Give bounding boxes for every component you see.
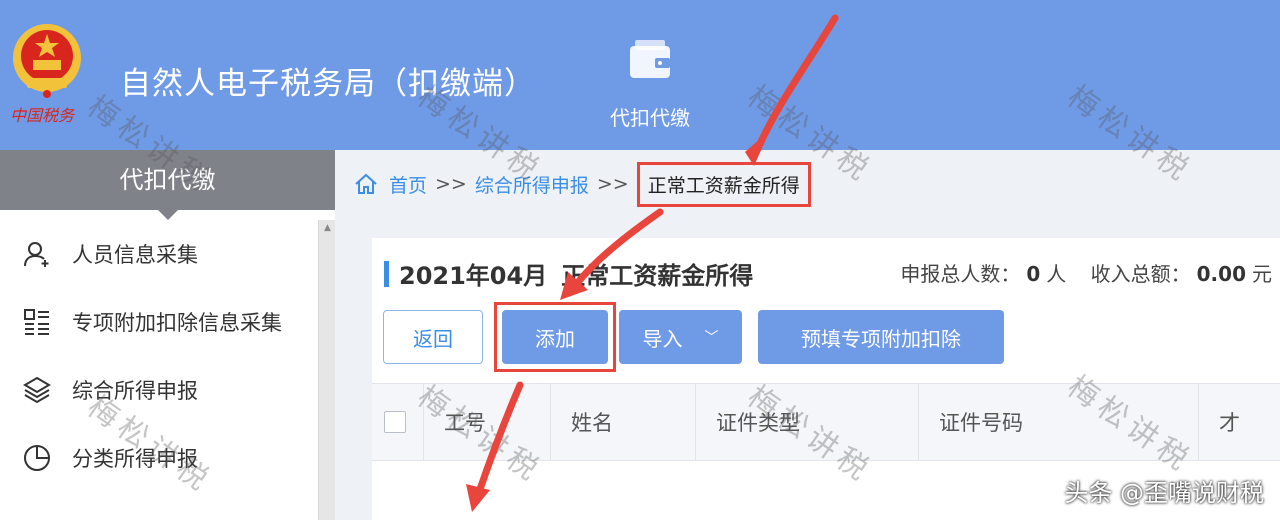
back-button[interactable]: 返回 bbox=[383, 310, 483, 364]
sidebar-item-special-deduction[interactable]: 专项附加扣除信息采集 bbox=[0, 288, 318, 356]
page-title: 2021年04月 正常工资薪金所得 bbox=[384, 256, 753, 291]
home-icon[interactable] bbox=[353, 172, 379, 196]
app-title: 自然人电子税务局（扣缴端） bbox=[120, 66, 536, 102]
import-label: 导入 bbox=[642, 326, 683, 351]
declaration-summary: 申报总人数： 0 人 收入总额： 0.00 元 bbox=[900, 258, 1272, 287]
chevron-down-icon: ﹀ bbox=[704, 330, 719, 346]
nav-withholding[interactable]: 代扣代缴 bbox=[600, 38, 700, 138]
source-credit: 头条 @歪嘴说财税 bbox=[1064, 479, 1264, 507]
add-button[interactable]: 添加 bbox=[502, 310, 608, 364]
sidebar-item-personnel-info[interactable]: 人员信息采集 bbox=[0, 220, 318, 288]
national-emblem-icon bbox=[13, 24, 81, 98]
column-header[interactable]: 姓名 bbox=[551, 383, 696, 461]
layers-icon bbox=[23, 376, 51, 404]
select-all-checkbox[interactable] bbox=[384, 411, 406, 433]
breadcrumb: 首页 >> 综合所得申报 >> 正常工资薪金所得 bbox=[353, 161, 811, 207]
pie-icon bbox=[24, 445, 50, 471]
breadcrumb-separator: >> bbox=[596, 173, 629, 195]
sidebar-item-comprehensive-income[interactable]: 综合所得申报 bbox=[0, 356, 318, 424]
income-total-label: 收入总额： bbox=[1090, 262, 1191, 286]
select-all-cell bbox=[372, 383, 424, 461]
income-total-value: 0.00 bbox=[1196, 262, 1246, 286]
total-people-label: 申报总人数： bbox=[900, 262, 1021, 286]
main-content: 首页 >> 综合所得申报 >> 正常工资薪金所得 2021年04月 正常工资薪金… bbox=[335, 150, 1280, 520]
breadcrumb-current: 正常工资薪金所得 bbox=[636, 161, 811, 207]
column-header[interactable]: 才 bbox=[1199, 383, 1280, 461]
total-people-value: 0 bbox=[1026, 262, 1041, 286]
income-type-title: 正常工资薪金所得 bbox=[561, 262, 754, 290]
breadcrumb-separator: >> bbox=[435, 173, 467, 195]
list-icon bbox=[24, 309, 49, 335]
sidebar-item-label: 综合所得申报 bbox=[72, 379, 198, 403]
income-total-unit: 元 bbox=[1252, 262, 1272, 286]
prefill-deduction-button[interactable]: 预填专项附加扣除 bbox=[758, 310, 1004, 364]
china-tax-logo: 中国税务 bbox=[10, 106, 75, 125]
scroll-up-icon[interactable]: ▲ bbox=[319, 220, 336, 236]
period-label: 2021年04月 bbox=[399, 262, 548, 290]
breadcrumb-home[interactable]: 首页 bbox=[389, 171, 427, 198]
import-dropdown-button[interactable]: 导入 ﹀ bbox=[619, 310, 742, 364]
sidebar-item-label: 人员信息采集 bbox=[72, 243, 198, 267]
person-add-icon bbox=[24, 242, 49, 267]
title-accent-bar bbox=[384, 260, 389, 287]
nav-withholding-label: 代扣代缴 bbox=[610, 106, 690, 130]
wallet-icon bbox=[630, 40, 670, 78]
sidebar-item-label: 专项附加扣除信息采集 bbox=[72, 311, 282, 335]
sidebar-scrollbar[interactable]: ▲ bbox=[318, 220, 335, 520]
total-people-unit: 人 bbox=[1046, 262, 1067, 286]
